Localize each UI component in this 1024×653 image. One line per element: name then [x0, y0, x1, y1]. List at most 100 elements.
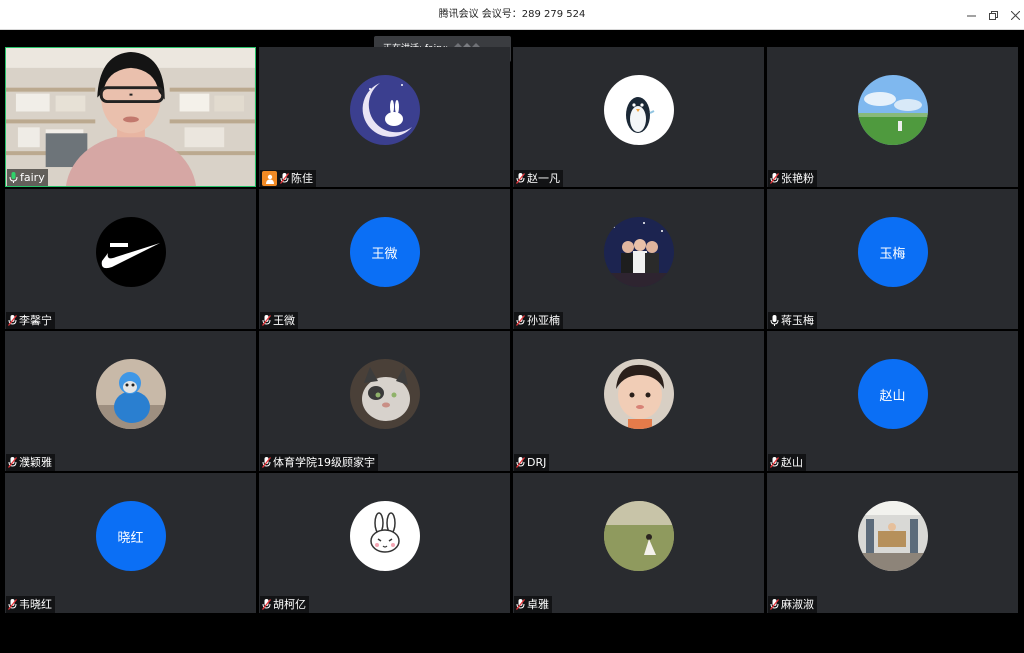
- bottom-bar: [0, 616, 1024, 653]
- text-avatar: 王微: [349, 217, 420, 287]
- participant-tile[interactable]: 李馨宁: [5, 189, 256, 329]
- participant-tile[interactable]: 张艳粉: [767, 47, 1018, 187]
- restore-icon: [988, 10, 998, 20]
- swoosh-logo-image: [95, 217, 166, 287]
- text-avatar: 晓红: [95, 501, 166, 571]
- avatar: [95, 359, 166, 429]
- participant-tile[interactable]: 王微 王微: [259, 189, 510, 329]
- cat-photo-image: [349, 359, 420, 429]
- participant-name-tag: 体育学院19级顾家宇: [260, 454, 378, 471]
- meeting-stage: 正在讲话: fairy;: [0, 30, 1024, 653]
- participant-name: 卓雅: [527, 598, 549, 611]
- participant-tile[interactable]: 赵一凡: [513, 47, 764, 187]
- avatar: [603, 75, 674, 145]
- mic-muted-icon: [262, 457, 271, 468]
- mic-muted-icon: [770, 599, 779, 610]
- close-button[interactable]: [1002, 0, 1024, 30]
- participant-tile-fairy[interactable]: fairy: [5, 47, 256, 187]
- participant-tile[interactable]: 赵山 赵山: [767, 331, 1018, 471]
- participant-name-tag: 蒋玉梅: [768, 312, 817, 329]
- baby-photo-image: [603, 359, 674, 429]
- girl-field-image: [603, 501, 674, 571]
- participant-tile[interactable]: 陈佳: [259, 47, 510, 187]
- mic-muted-icon: [8, 599, 17, 610]
- avatar: [857, 501, 928, 571]
- participant-name: 蒋玉梅: [781, 314, 814, 327]
- mic-muted-icon: [516, 457, 525, 468]
- participant-name: 陈佳: [291, 172, 313, 185]
- video-grid: fairy 陈佳 赵一凡 张艳粉 李馨宁 王微 王微 孙亚楠 玉梅 蒋玉梅 濮颖…: [5, 47, 1019, 613]
- mic-muted-icon: [770, 173, 779, 184]
- avatar: [95, 217, 166, 287]
- participant-name-tag: 濮颖雅: [6, 454, 55, 471]
- mic-muted-icon: [280, 173, 289, 184]
- avatar: [857, 75, 928, 145]
- bunny-cartoon-image: [349, 501, 420, 571]
- mic-muted-icon: [8, 315, 17, 326]
- participant-name: DRJ: [527, 456, 547, 469]
- participant-name-tag: 张艳粉: [768, 170, 817, 187]
- participant-name: 胡柯亿: [273, 598, 306, 611]
- avatar: [349, 359, 420, 429]
- participant-name: 濮颖雅: [19, 456, 52, 469]
- close-icon: [1010, 10, 1020, 20]
- participant-name-tag: 卓雅: [514, 596, 552, 613]
- participant-name: 赵山: [781, 456, 803, 469]
- participant-name-tag: 赵山: [768, 454, 806, 471]
- group-photo-image: [603, 217, 674, 287]
- participant-name-tag: 麻淑淑: [768, 596, 817, 613]
- host-icon: [262, 171, 277, 186]
- participant-tile[interactable]: DRJ: [513, 331, 764, 471]
- text-avatar: 赵山: [857, 359, 928, 429]
- avatar: [349, 501, 420, 571]
- participant-name: 李馨宁: [19, 314, 52, 327]
- participant-name: 韦晓红: [19, 598, 52, 611]
- participant-name: 孙亚楠: [527, 314, 560, 327]
- participant-tile[interactable]: 体育学院19级顾家宇: [259, 331, 510, 471]
- participant-name-tag: 韦晓红: [6, 596, 55, 613]
- participant-name: 赵一凡: [527, 172, 560, 185]
- participant-name-tag: 赵一凡: [514, 170, 563, 187]
- window-title: 腾讯会议 会议号：289 279 524: [438, 9, 586, 20]
- participant-tile[interactable]: 晓红 韦晓红: [5, 473, 256, 613]
- participant-name-tag: 王微: [260, 312, 298, 329]
- participant-name-tag: 胡柯亿: [260, 596, 309, 613]
- participant-tile[interactable]: 麻淑淑: [767, 473, 1018, 613]
- participant-name: 张艳粉: [781, 172, 814, 185]
- minimize-icon: [966, 15, 976, 16]
- participant-name-tag: 陈佳: [260, 170, 316, 187]
- mic-muted-icon: [516, 315, 525, 326]
- participant-tile[interactable]: 胡柯亿: [259, 473, 510, 613]
- participant-name: 王微: [273, 314, 295, 327]
- title-bar: 腾讯会议 会议号：289 279 524: [0, 0, 1024, 30]
- participant-tile[interactable]: 卓雅: [513, 473, 764, 613]
- mic-muted-icon: [262, 599, 271, 610]
- mic-muted-icon: [8, 457, 17, 468]
- participant-name-tag: 李馨宁: [6, 312, 55, 329]
- mic-muted-icon: [516, 599, 525, 610]
- camera-video: [6, 48, 255, 186]
- participant-tile[interactable]: 濮颖雅: [5, 331, 256, 471]
- participant-tile[interactable]: 孙亚楠: [513, 189, 764, 329]
- participant-name-tag: DRJ: [514, 454, 550, 471]
- sky-field-image: [857, 75, 928, 145]
- avatar: [603, 501, 674, 571]
- participant-tile[interactable]: 玉梅 蒋玉梅: [767, 189, 1018, 329]
- mic-on-icon: [9, 172, 18, 183]
- mic-muted-icon: [262, 315, 271, 326]
- participant-name: 体育学院19级顾家宇: [273, 456, 375, 469]
- participant-name-tag: 孙亚楠: [514, 312, 563, 329]
- moon-rabbit-image: [349, 75, 420, 145]
- avatar: [603, 359, 674, 429]
- mic-muted-icon: [516, 173, 525, 184]
- penguin-image: [603, 75, 674, 145]
- gym-photo-image: [857, 501, 928, 571]
- mic-on-icon: [770, 315, 779, 326]
- doll-photo-image: [95, 359, 166, 429]
- participant-name: fairy: [20, 171, 45, 184]
- mic-muted-icon: [770, 457, 779, 468]
- avatar: [349, 75, 420, 145]
- participant-name-tag: fairy: [7, 169, 48, 186]
- text-avatar: 玉梅: [857, 217, 928, 287]
- avatar: [603, 217, 674, 287]
